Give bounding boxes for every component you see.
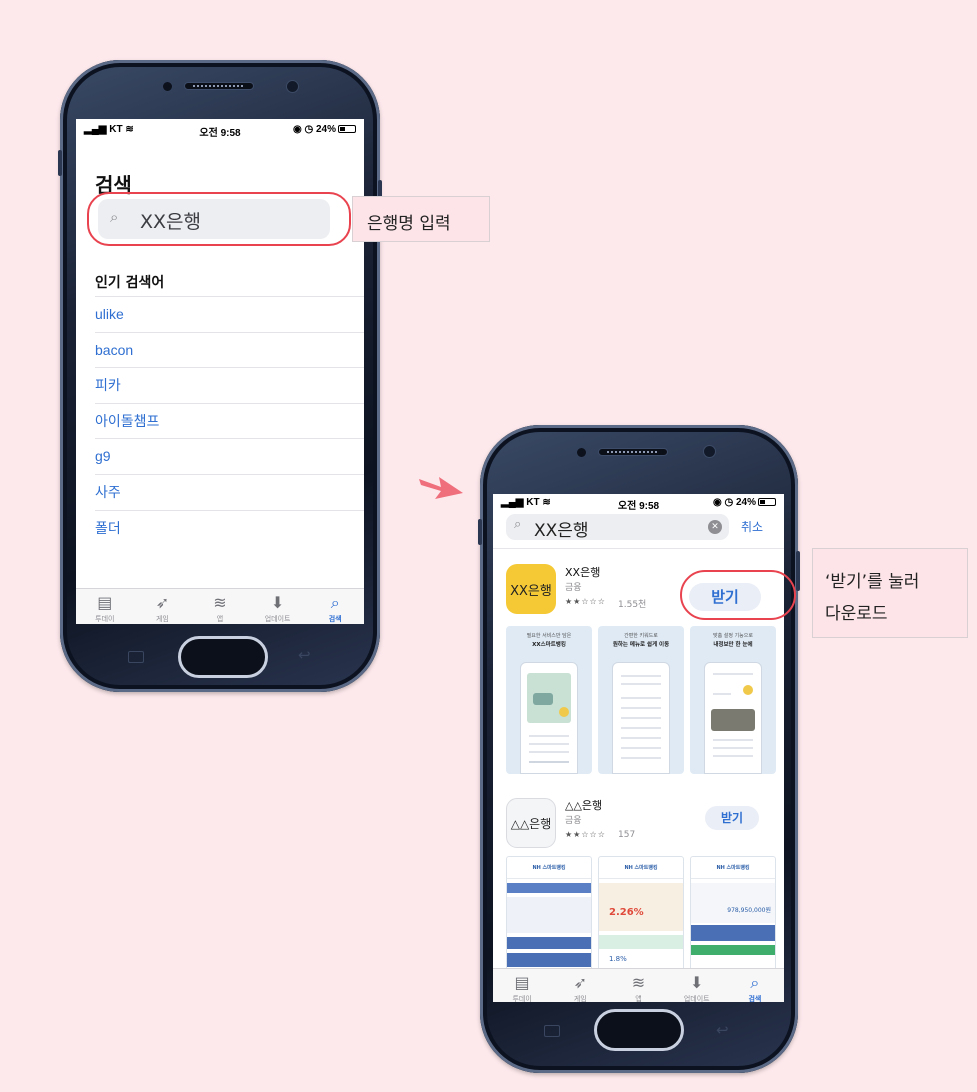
suggestion-item[interactable]: bacon [95,331,364,368]
next-step-arrow [419,477,463,499]
status-bar: ▂▄▆ KT ≋ 오전 9:58 ◉ ◷ 24% [493,494,784,512]
tab-apps[interactable]: ≋ 앱 [609,969,667,1003]
tab-bar: ▤ 투데이 ➶ 게임 ≋ 앱 ⬇ 업데이트 ⌕ 검색 [76,588,364,624]
popular-searches-heading: 인기 검색어 [95,275,165,291]
tab-search[interactable]: ⌕ 검색 [306,589,364,624]
suggestion-item[interactable]: ulike [95,296,364,332]
app-screenshot: NH 스마트뱅킹 978,950,000원 [690,856,776,971]
app-category: 금융 [565,583,582,593]
get-button-highlight-ring [680,570,796,620]
search-input[interactable]: ⌕ XX은행 ✕ [506,514,729,541]
rocket-icon: ➶ [573,973,587,992]
sensor [286,80,299,93]
tab-bar: ▤ 투데이 ➶ 게임 ≋ 앱 ⬇ 업데이트 ⌕ 검색 [493,968,784,1002]
battery-icon [758,498,776,506]
cancel-button[interactable]: 취소 [741,518,763,535]
app-icon-aa-bank[interactable]: △△은행 [506,798,556,848]
tab-updates[interactable]: ⬇ 업데이트 [668,969,726,1003]
app-screenshot: 필요한 서비스만 담은 XX스마트뱅킹 [506,626,592,774]
app-screenshot: NH 스마트뱅킹 2.26% 1.8% [598,856,684,971]
app-name: △△은행 [565,799,603,812]
balance-text: 978,950,000원 [727,907,771,914]
tab-apps[interactable]: ≋ 앱 [191,589,249,624]
suggestion-item[interactable]: 폴더 [95,509,364,546]
rocket-icon: ➶ [155,593,170,612]
suggestion-item[interactable]: 피카 [95,367,364,403]
today-icon: ▤ [97,593,113,612]
recent-apps-key[interactable] [128,651,144,663]
search-icon: ⌕ [330,593,340,612]
layers-icon: ≋ [631,973,646,992]
back-key[interactable]: ↩ [716,1021,729,1039]
divider [493,548,784,549]
screenshot-strip-aa-bank: NH 스마트뱅킹 NH 스마트뱅킹 2.26% 1.8% NH 스마트뱅킹 97… [506,856,776,971]
front-camera [576,447,587,458]
earpiece [184,82,254,90]
rating-stars: ★★☆☆☆ [565,830,606,839]
tab-updates[interactable]: ⬇ 업데이트 [249,589,307,624]
phone-2: ▂▄▆ KT ≋ 오전 9:58 ◉ ◷ 24% ⌕ XX은행 ✕ 취소 XX은… [478,425,800,1073]
illustration-frame: ▂▄▆ KT ≋ 오전 9:58 ◉ ◷ 24% 검색 ⌕ XX은행 인기 검색… [5,5,972,1087]
rating-count: 157 [618,830,636,840]
search-highlight-ring [87,192,351,246]
back-key[interactable]: ↩ [298,646,311,664]
rating-count: 1.55천 [618,600,647,610]
sensor [703,445,716,458]
callout-enter-bank-name: 은행명 입력 [352,196,490,242]
tab-search[interactable]: ⌕ 검색 [726,969,784,1003]
home-button[interactable] [594,1009,684,1051]
callout-tap-get-to-download: ‘받기’를 눌러 다운로드 [812,548,968,638]
app-screenshot: 맞춤 설정 기능으로 내정보만 한 눈에 [690,626,776,774]
app-icon-xx-bank[interactable]: XX은행 [506,564,556,614]
status-bar: ▂▄▆ KT ≋ 오전 9:58 ◉ ◷ 24% [76,119,364,141]
tab-games[interactable]: ➶ 게임 [134,589,192,624]
rating-stars: ★★☆☆☆ [565,597,606,606]
suggestion-item[interactable]: 사주 [95,473,364,510]
screenshot-strip-xx-bank: 필요한 서비스만 담은 XX스마트뱅킹 간편한 키워드로 원하는 메뉴로 쉽게 [506,626,776,774]
tab-games[interactable]: ➶ 게임 [551,969,609,1003]
tab-today[interactable]: ▤ 투데이 [493,969,551,1003]
download-icon: ⬇ [270,593,285,612]
app-screenshot: 간편한 키워드로 원하는 메뉴로 쉽게 이동 [598,626,684,774]
layers-icon: ≋ [213,593,227,612]
suggestion-item[interactable]: 아이돌챔프 [95,402,364,439]
phone-1: ▂▄▆ KT ≋ 오전 9:58 ◉ ◷ 24% 검색 ⌕ XX은행 인기 검색… [58,60,382,692]
rate-text-2: 1.8% [609,955,627,963]
get-button-aa-bank[interactable]: 받기 [705,806,759,830]
app-screenshot: NH 스마트뱅킹 [506,856,592,971]
rate-text: 2.26% [609,907,644,918]
earpiece [598,448,668,456]
download-icon: ⬇ [690,973,704,992]
battery-icon [338,125,356,133]
today-icon: ▤ [514,973,530,992]
suggestion-list: ulike bacon 피카 아이돌챔프 g9 사주 폴더 [95,296,364,545]
clear-search-icon[interactable]: ✕ [708,520,722,534]
search-icon: ⌕ [750,973,760,992]
app-name: XX은행 [565,566,601,579]
suggestion-item[interactable]: g9 [95,438,364,474]
search-icon: ⌕ [514,517,522,532]
app-category: 금융 [565,816,582,826]
recent-apps-key[interactable] [544,1025,560,1037]
tab-today[interactable]: ▤ 투데이 [76,589,134,624]
search-query: XX은행 [534,521,589,541]
front-camera [162,81,173,92]
home-button[interactable] [178,636,268,678]
